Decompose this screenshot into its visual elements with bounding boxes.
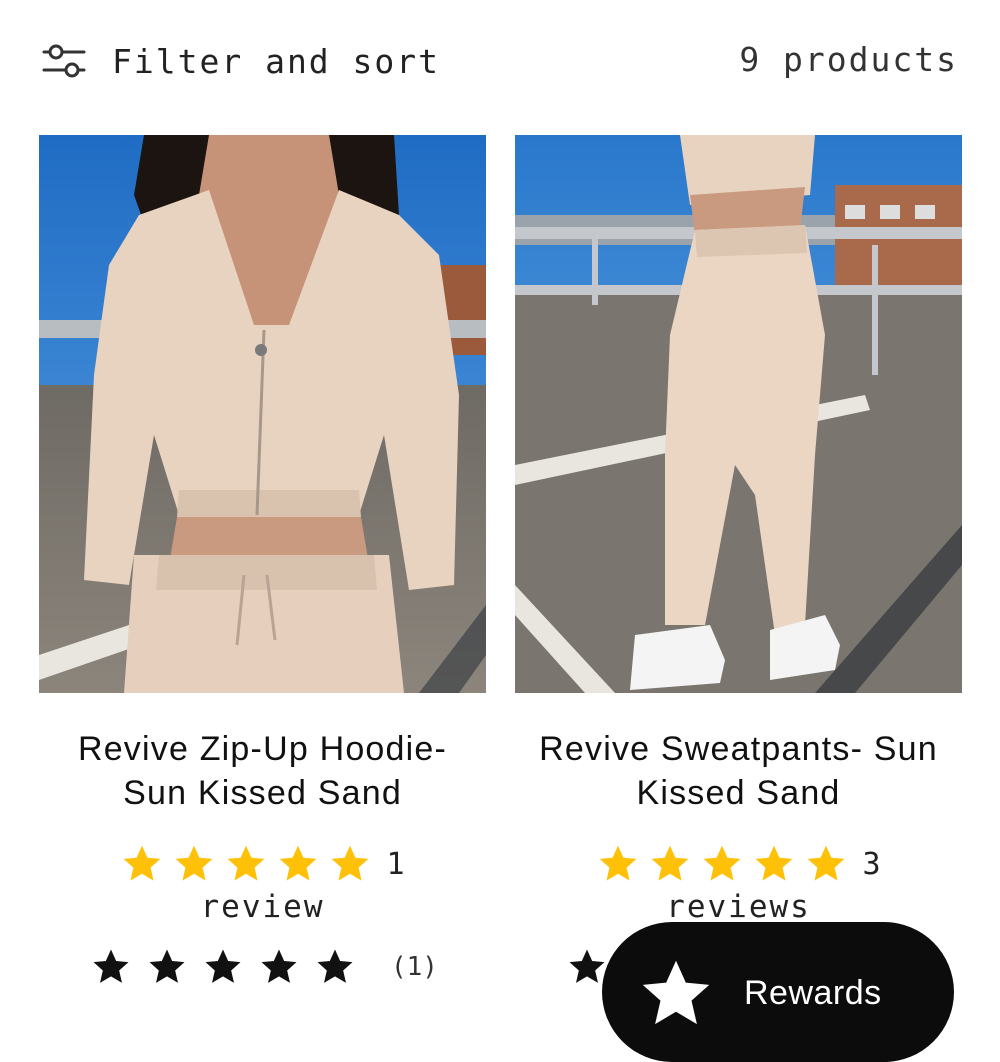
star-icon bbox=[332, 845, 369, 881]
star-icon bbox=[93, 949, 129, 983]
product-image-sweatpants[interactable] bbox=[515, 135, 962, 693]
product-image-hoodie[interactable] bbox=[39, 135, 486, 693]
product-card-hoodie[interactable]: Revive Zip-Up Hoodie- Sun Kissed Sand 1 … bbox=[39, 135, 486, 987]
star-icon bbox=[261, 949, 297, 983]
star-icon bbox=[569, 949, 605, 983]
star-icon bbox=[808, 845, 845, 881]
star-icon bbox=[280, 845, 317, 881]
star-icon bbox=[176, 845, 213, 881]
filter-and-sort-button[interactable]: Filter and sort bbox=[42, 38, 440, 84]
product-count: 9 products bbox=[739, 40, 958, 79]
rewards-launcher-button[interactable]: Rewards bbox=[602, 922, 954, 1062]
star-icon bbox=[652, 845, 689, 881]
collection-toolbar: Filter and sort 9 products bbox=[0, 0, 1000, 120]
rating-count: 1 bbox=[386, 846, 405, 882]
star-icon bbox=[600, 845, 637, 881]
rating-count: 3 bbox=[862, 846, 881, 882]
star-icon bbox=[228, 845, 265, 881]
star-rating bbox=[596, 843, 848, 885]
rating-summary: 1 bbox=[39, 843, 486, 885]
star-icon bbox=[756, 845, 793, 881]
judge-rating[interactable]: (1) bbox=[39, 947, 486, 987]
star-icon bbox=[149, 949, 185, 983]
judge-review-count: (1) bbox=[391, 952, 438, 982]
star-icon bbox=[704, 845, 741, 881]
rewards-label: Rewards bbox=[744, 974, 882, 1012]
review-label: review bbox=[200, 889, 325, 925]
star-rating bbox=[120, 843, 372, 885]
product-title[interactable]: Revive Zip-Up Hoodie- Sun Kissed Sand bbox=[39, 727, 486, 815]
filter-and-sort-label: Filter and sort bbox=[112, 41, 441, 81]
star-icon bbox=[317, 949, 353, 983]
star-icon bbox=[642, 960, 710, 1025]
product-title[interactable]: Revive Sweatpants- Sun Kissed Sand bbox=[515, 727, 962, 815]
rating-summary: 3 bbox=[515, 843, 962, 885]
product-card-sweatpants[interactable]: Revive Sweatpants- Sun Kissed Sand 3 rev… bbox=[515, 135, 962, 987]
star-icon bbox=[205, 949, 241, 983]
star-icon bbox=[124, 845, 161, 881]
sliders-icon bbox=[42, 44, 86, 78]
review-label: reviews bbox=[666, 889, 811, 925]
